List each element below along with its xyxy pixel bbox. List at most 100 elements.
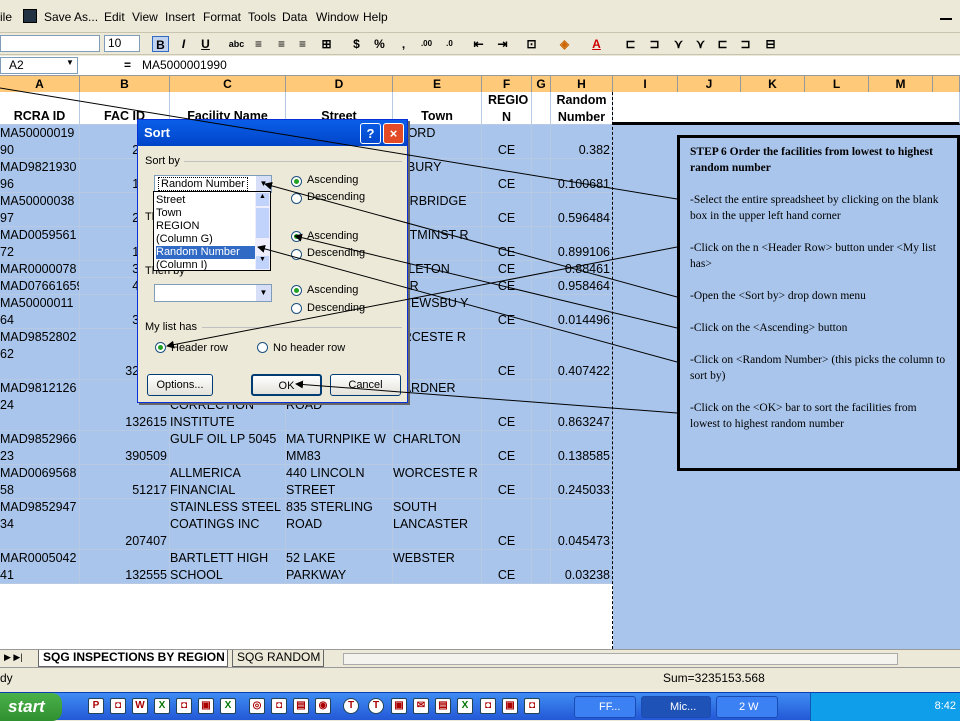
cell-region[interactable]: CE [482, 550, 532, 584]
quicklaunch-icon[interactable]: W [132, 698, 148, 714]
quicklaunch-icon[interactable]: ◘ [271, 698, 287, 714]
cell-rcra-id[interactable]: MAD9852802 62 [0, 329, 80, 380]
quicklaunch-icon[interactable]: ◎ [249, 698, 265, 714]
tab-sqg-inspections[interactable]: SQG INSPECTIONS BY REGION [38, 650, 228, 667]
quicklaunch-icon[interactable]: ▣ [502, 698, 518, 714]
cell-facility-name[interactable]: GULF OIL LP 5045 [170, 431, 286, 465]
cell-random-number[interactable]: 0.045473 [551, 499, 613, 550]
column-header-a[interactable]: A [0, 76, 80, 92]
toolbar-icon-3[interactable]: ⋎ [670, 36, 687, 52]
cell-blank[interactable] [532, 227, 551, 261]
column-header-m[interactable]: M [869, 76, 933, 92]
cell-rcra-id[interactable]: MA50000038 97 [0, 193, 80, 227]
sort-by-descending-radio[interactable] [291, 193, 302, 204]
chevron-down-icon[interactable]: ▼ [66, 58, 74, 67]
fill-color-icon[interactable]: ◈ [556, 36, 573, 52]
then-by-ascending-radio[interactable] [291, 231, 302, 242]
column-header-d[interactable]: D [286, 76, 393, 92]
cell-region[interactable]: CE [482, 431, 532, 465]
increase-decimal-icon[interactable]: .00 [418, 36, 435, 52]
cell-rcra-id[interactable]: MAD07661659 [0, 278, 80, 295]
cell-street[interactable]: 440 LINCOLN STREET [286, 465, 393, 499]
column-header-l[interactable]: L [805, 76, 869, 92]
cell-rcra-id[interactable]: MAD0069568 58 [0, 465, 80, 499]
quicklaunch-icon[interactable]: ▣ [391, 698, 407, 714]
cell-rcra-id[interactable]: MAD9852947 34 [0, 499, 80, 550]
column-header-j[interactable]: J [678, 76, 741, 92]
cell-random-number[interactable]: 0.245033 [551, 465, 613, 499]
borders-icon[interactable]: ⊡ [523, 36, 540, 52]
column-header-h[interactable]: H [551, 76, 613, 92]
cell-random-number[interactable]: 0.88461 [551, 261, 613, 278]
quicklaunch-icon[interactable]: P [88, 698, 104, 714]
chevron-down-icon[interactable]: ▼ [256, 176, 271, 192]
start-button[interactable]: start [0, 693, 62, 721]
cell-blank[interactable] [532, 159, 551, 193]
cell-rcra-id[interactable]: MAD9812126 24 [0, 380, 80, 431]
merge-icon[interactable]: ⊞ [318, 36, 335, 52]
align-center-icon[interactable]: ≡ [273, 36, 290, 52]
quicklaunch-icon[interactable]: X [154, 698, 170, 714]
scroll-up-icon[interactable]: ▲ [256, 193, 269, 206]
minimize-icon[interactable] [940, 10, 952, 20]
cell-random-number[interactable]: 0.407422 [551, 329, 613, 380]
column-header-n[interactable] [933, 76, 960, 92]
header-row-radio[interactable] [155, 342, 166, 353]
toolbar-icon-7[interactable]: ⊟ [762, 36, 779, 52]
taskbar-item-excel[interactable]: Mic... [641, 696, 711, 718]
dropdown-item-street[interactable]: Street [156, 194, 256, 207]
column-header-i[interactable]: I [613, 76, 678, 92]
quicklaunch-icon[interactable]: ◘ [176, 698, 192, 714]
close-icon[interactable]: × [383, 123, 404, 144]
quicklaunch-icon[interactable]: X [457, 698, 473, 714]
cell-region[interactable]: CE [482, 125, 532, 159]
cell-town[interactable]: WEBSTER [393, 550, 482, 584]
bold-button[interactable]: B [152, 36, 169, 52]
sort-by-dropdown-list[interactable]: Street Town REGION (Column G) Random Num… [153, 191, 271, 271]
cell-street[interactable]: 835 STERLING ROAD [286, 499, 393, 550]
column-header-g[interactable]: G [532, 76, 551, 92]
menu-window[interactable]: Window [316, 10, 359, 24]
cell-region[interactable]: CE [482, 465, 532, 499]
cell-rcra-id[interactable]: MAD9821930 96 [0, 159, 80, 193]
menu-view[interactable]: View [132, 10, 158, 24]
column-header-e[interactable]: E [393, 76, 482, 92]
quicklaunch-icon[interactable]: ▤ [293, 698, 309, 714]
cell-street[interactable]: MA TURNPIKE W MM83 [286, 431, 393, 465]
cancel-button[interactable]: Cancel [330, 374, 401, 396]
quicklaunch-icon[interactable]: T [343, 698, 359, 714]
cell-random-number[interactable]: 0.899106 [551, 227, 613, 261]
cell-header-region[interactable]: REGIO N [482, 92, 532, 125]
quicklaunch-icon[interactable]: ✉ [413, 698, 429, 714]
cell-street[interactable]: 52 LAKE PARKWAY [286, 550, 393, 584]
cell-random-number[interactable]: 0.863247 [551, 380, 613, 431]
font-size-box[interactable]: 10 [104, 35, 140, 52]
menu-tools[interactable]: Tools [248, 10, 276, 24]
quicklaunch-icon[interactable]: ◘ [110, 698, 126, 714]
cell-blank[interactable] [532, 125, 551, 159]
cell-header-rcra-id[interactable]: RCRA ID [0, 92, 80, 125]
cell-blank[interactable] [532, 329, 551, 380]
cell-fac-id[interactable]: 207407 [80, 499, 170, 550]
decrease-indent-icon[interactable]: ⇤ [470, 36, 487, 52]
options-button[interactable]: Options... [147, 374, 213, 396]
toolbar-icon-4[interactable]: ⋎ [692, 36, 709, 52]
cell-blank[interactable] [532, 295, 551, 329]
cell-header-g[interactable] [532, 92, 551, 125]
cell-fac-id[interactable]: 51217 [80, 465, 170, 499]
cell-blank[interactable] [532, 193, 551, 227]
cell-rcra-id[interactable]: MA50000011 64 [0, 295, 80, 329]
quicklaunch-icon[interactable]: ◘ [480, 698, 496, 714]
ok-button[interactable]: OK [251, 374, 322, 396]
cell-rcra-id[interactable]: MAR0005042 41 [0, 550, 80, 584]
currency-button[interactable]: $ [348, 36, 365, 52]
font-name-box[interactable] [0, 35, 100, 52]
cell-rcra-id[interactable]: MAD9852966 23 [0, 431, 80, 465]
cell-header-blank[interactable] [613, 92, 960, 125]
cell-header-random-number[interactable]: Random Number [551, 92, 613, 125]
toolbar-icon-6[interactable]: ⊐ [737, 36, 754, 52]
cell-blank[interactable] [532, 465, 551, 499]
horizontal-scrollbar[interactable] [343, 653, 898, 665]
quicklaunch-icon[interactable]: ◉ [315, 698, 331, 714]
cell-random-number[interactable]: 0.100681 [551, 159, 613, 193]
